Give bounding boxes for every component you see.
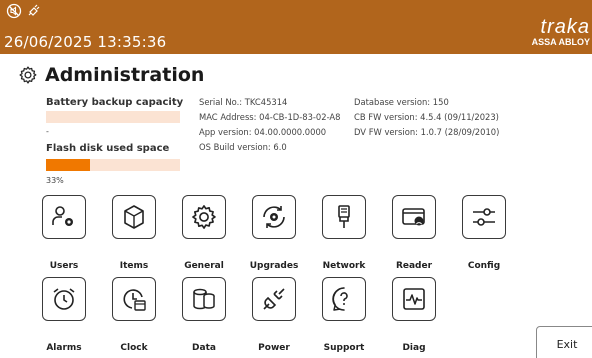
app-version: App version: 04.00.0000.0000 <box>199 127 327 137</box>
card-reader-icon <box>402 208 425 226</box>
diagnostics-icon <box>403 288 425 310</box>
alarm-clock-icon <box>53 288 75 310</box>
items-label: Items <box>119 261 149 271</box>
power-label: Power <box>258 343 290 353</box>
item-box-icon <box>124 205 144 229</box>
flash-bar <box>46 159 180 171</box>
support-tile[interactable] <box>322 277 366 321</box>
general-tile[interactable] <box>182 195 226 239</box>
general-label: General <box>184 261 224 271</box>
gear-icon <box>19 66 37 84</box>
config-tile[interactable] <box>462 195 506 239</box>
flash-value: 33% <box>46 176 64 185</box>
diag-label: Diag <box>402 343 426 353</box>
alarms-label: Alarms <box>46 343 82 353</box>
reader-label: Reader <box>395 261 433 271</box>
users-label: Users <box>49 261 79 271</box>
brand-name: traka <box>540 16 590 38</box>
users-gear-icon <box>52 206 73 226</box>
config-label: Config <box>467 261 501 271</box>
data-label: Data <box>192 343 216 353</box>
clock-label: Clock <box>120 343 148 353</box>
items-tile[interactable] <box>112 195 156 239</box>
date-time: 26/06/2025 13:35:36 <box>4 33 167 51</box>
exit-button[interactable]: Exit <box>536 326 592 358</box>
battery-bar <box>46 111 180 123</box>
dv-fw-version: DV FW version: 1.0.7 (28/09/2010) <box>354 127 500 137</box>
flash-label: Flash disk used space <box>46 143 170 154</box>
brand-subtitle: ASSA ABLOY <box>531 37 590 47</box>
cb-fw-version: CB FW version: 4.5.4 (09/11/2023) <box>354 112 499 122</box>
os-build-version: OS Build version: 6.0 <box>199 142 287 152</box>
gear-icon <box>192 205 216 229</box>
power-tile[interactable] <box>252 277 296 321</box>
unplugged-icon <box>28 4 40 16</box>
system-info-col2: Database version: 150 CB FW version: 4.5… <box>354 95 499 140</box>
database-icon <box>193 288 215 310</box>
page-title-text: Administration <box>45 64 205 86</box>
battery-label: Battery backup capacity <box>46 97 184 108</box>
clock-tile[interactable] <box>112 277 156 321</box>
alarms-tile[interactable] <box>42 277 86 321</box>
upgrades-tile[interactable] <box>252 195 296 239</box>
users-tile[interactable] <box>42 195 86 239</box>
flash-bar-fill <box>46 159 91 171</box>
battery-value: - <box>46 127 49 136</box>
support-label: Support <box>323 343 365 353</box>
mac-address: MAC Address: 04-CB-1D-83-02-A8 <box>199 112 341 122</box>
diag-tile[interactable] <box>392 277 436 321</box>
system-info-col1: Serial No.: TKC45314 MAC Address: 04-CB-… <box>199 95 340 155</box>
serial-number: Serial No.: TKC45314 <box>199 97 288 107</box>
brand-logo: traka ASSA ABLOY <box>531 16 590 48</box>
network-plug-icon <box>338 205 350 228</box>
status-icons <box>6 3 41 19</box>
no-speaker-icon <box>6 3 22 19</box>
upgrades-label: Upgrades <box>249 261 299 271</box>
power-plug-icon <box>263 288 285 310</box>
top-bar: 26/06/2025 13:35:36 traka ASSA ABLOY <box>0 0 592 54</box>
sliders-icon <box>473 208 495 226</box>
clock-calendar-icon <box>123 289 146 311</box>
network-label: Network <box>322 261 366 271</box>
network-tile[interactable] <box>322 195 366 239</box>
reader-tile[interactable] <box>392 195 436 239</box>
page-title: Administration <box>18 64 204 86</box>
data-tile[interactable] <box>182 277 226 321</box>
help-bubble-icon <box>332 287 348 311</box>
database-version: Database version: 150 <box>354 97 449 107</box>
refresh-gear-icon <box>263 206 285 228</box>
